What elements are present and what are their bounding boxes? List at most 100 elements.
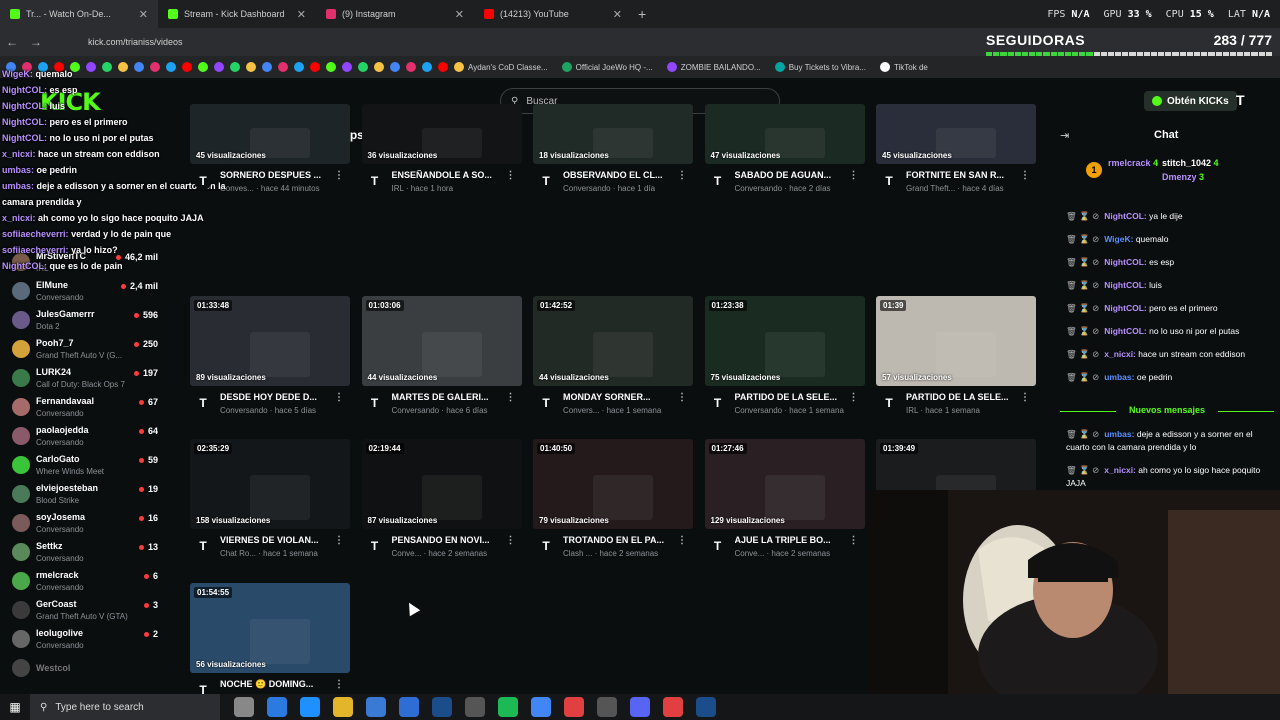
channel-avatar[interactable]: T (194, 537, 212, 555)
sidebar-channel[interactable]: JulesGamerrr Dota 2 596 (8, 307, 168, 335)
bookmark-icon[interactable] (310, 62, 320, 72)
bookmark-icon[interactable] (358, 62, 368, 72)
video-thumbnail[interactable]: 01:40:50 79 visualizaciones (533, 439, 693, 529)
video-card[interactable]: 18 visualizaciones T OBSERVANDO EL CL... Co… (533, 104, 693, 200)
sidebar-channel[interactable]: paolaojedda Conversando 64 (8, 423, 168, 451)
video-title[interactable]: AJUE LA TRIPLE BO... (735, 535, 847, 545)
bookmark-icon[interactable] (390, 62, 400, 72)
more-options-icon[interactable]: ⋮ (334, 392, 344, 403)
sidebar-channel[interactable]: Fernandavaal Conversando 67 (8, 394, 168, 422)
chat-username[interactable]: umbas: (1104, 372, 1134, 382)
close-tab-icon[interactable]: ✕ (455, 8, 464, 21)
sidebar-channel[interactable]: leolugolive Conversando 2 (8, 626, 168, 654)
video-thumbnail[interactable]: 01:27:46 129 visualizaciones (704, 439, 865, 529)
video-card[interactable]: 01:23:38 75 visualizaciones T PARTIDO DE LA… (704, 295, 865, 426)
more-options-icon[interactable]: ⋮ (334, 679, 344, 690)
video-thumbnail[interactable]: 02:35:29 158 visualizaciones (190, 439, 350, 529)
channel-avatar[interactable]: T (708, 537, 727, 555)
moderation-icons[interactable]: 🗑 ⌛ ⊘ (1066, 465, 1099, 475)
video-title[interactable]: DESDE HOY DEDE D... (220, 392, 332, 402)
channel-avatar[interactable]: T (537, 393, 555, 412)
more-options-icon[interactable]: ⋮ (849, 392, 859, 403)
video-thumbnail[interactable]: 47 visualizaciones (704, 104, 865, 164)
video-title[interactable]: ENSEÑANDOLE A SO... (392, 170, 504, 180)
browser-tab[interactable]: (9) Instagram ✕ (316, 0, 474, 28)
moderation-icons[interactable]: 🗑 ⌛ ⊘ (1066, 234, 1099, 244)
video-title[interactable]: TROTANDO EN EL PA... (563, 535, 675, 545)
channel-avatar[interactable]: T (537, 172, 555, 190)
forward-arrow-icon[interactable]: → (24, 35, 48, 49)
taskbar-app-icon[interactable] (234, 697, 254, 717)
top-gifter[interactable]: Dmenzy 3 (1162, 172, 1204, 182)
channel-avatar[interactable]: T (365, 393, 384, 412)
video-thumbnail[interactable]: 45 visualizaciones (876, 104, 1036, 164)
video-title[interactable]: FORTNITE EN SAN R... (906, 170, 1018, 180)
video-thumbnail[interactable]: 18 visualizaciones (533, 104, 693, 164)
channel-avatar[interactable]: T (708, 393, 727, 412)
more-options-icon[interactable]: ⋮ (334, 535, 344, 546)
more-options-icon[interactable]: ⋮ (1020, 170, 1030, 181)
taskbar-app-icon[interactable] (498, 697, 518, 717)
video-title[interactable]: PENSANDO EN NOVI... (392, 535, 504, 545)
new-tab-icon[interactable]: + (638, 6, 646, 22)
video-card[interactable]: 01:03:06 44 visualizaciones T MARTES DE GAL… (361, 295, 522, 426)
more-options-icon[interactable]: ⋮ (334, 170, 344, 181)
back-arrow-icon[interactable]: ← (0, 35, 24, 49)
video-thumbnail[interactable]: 01:42:52 44 visualizaciones (533, 295, 693, 386)
more-options-icon[interactable]: ⋮ (506, 535, 516, 546)
video-thumbnail[interactable]: 36 visualizaciones (361, 104, 522, 164)
sidebar-channel[interactable]: Settkz Conversando 13 (8, 539, 168, 567)
channel-avatar[interactable]: T (880, 393, 898, 412)
taskbar-app-icon[interactable] (663, 697, 683, 717)
moderation-icons[interactable]: 🗑 ⌛ ⊘ (1066, 372, 1099, 382)
top-gifter[interactable]: stitch_1042 4 (1162, 158, 1219, 168)
taskbar-app-icon[interactable] (597, 697, 617, 717)
moderation-icons[interactable]: 🗑 ⌛ ⊘ (1066, 429, 1099, 439)
more-options-icon[interactable]: ⋮ (849, 170, 859, 181)
taskbar-app-icon[interactable] (366, 697, 386, 717)
chat-username[interactable]: umbas: (1104, 429, 1134, 439)
more-options-icon[interactable]: ⋮ (506, 392, 516, 403)
video-thumbnail[interactable]: 02:19:44 87 visualizaciones (361, 439, 522, 529)
video-title[interactable]: MONDAY SORNER... (563, 392, 675, 402)
bookmark-icon[interactable] (438, 62, 448, 72)
taskbar-app-icon[interactable] (333, 697, 353, 717)
moderation-icons[interactable]: 🗑 ⌛ ⊘ (1066, 326, 1099, 336)
get-kicks-button[interactable]: Obtén KICKs (1144, 91, 1237, 111)
more-options-icon[interactable]: ⋮ (677, 392, 687, 403)
video-card[interactable]: 01:54:55 56 visualizaciones T NOCHE 🙂 DOMIN… (190, 582, 350, 713)
url-field[interactable]: kick.com/trianiss/videos (88, 37, 183, 47)
taskbar-app-icon[interactable] (564, 697, 584, 717)
video-card[interactable]: 01:39 57 visualizaciones T PARTIDO DE LA SE… (876, 295, 1036, 426)
video-thumbnail[interactable]: 01:03:06 44 visualizaciones (361, 295, 522, 386)
moderation-icons[interactable]: 🗑 ⌛ ⊘ (1066, 257, 1099, 267)
chat-username[interactable]: x_nicxi: (1104, 349, 1136, 359)
sidebar-channel[interactable]: LURK24 Call of Duty: Black Ops 7 197 (8, 365, 168, 393)
bookmark-icon[interactable] (246, 62, 256, 72)
bookmark-icon[interactable] (278, 62, 288, 72)
sidebar-channel[interactable]: elviejoesteban Blood Strike 19 (8, 481, 168, 509)
sidebar-channel[interactable]: ElMune Conversando 2,4 mil (8, 278, 168, 306)
close-tab-icon[interactable]: ✕ (139, 8, 148, 21)
video-title[interactable]: OBSERVANDO EL CL... (563, 170, 675, 180)
channel-avatar[interactable]: T (194, 393, 212, 412)
bookmark-icon[interactable] (326, 62, 336, 72)
bookmark-icon[interactable] (406, 62, 416, 72)
sidebar-channel[interactable]: Westcol (8, 655, 168, 683)
more-options-icon[interactable]: ⋮ (849, 535, 859, 546)
bookmark-icon[interactable] (262, 62, 272, 72)
channel-avatar[interactable]: T (537, 537, 555, 555)
taskbar-app-icon[interactable] (696, 697, 716, 717)
video-card[interactable]: 02:19:44 87 visualizaciones T PENSANDO EN N… (361, 439, 522, 569)
channel-avatar[interactable]: T (708, 172, 727, 190)
close-tab-icon[interactable]: ✕ (297, 8, 306, 21)
sidebar-channel[interactable]: GerCoast Grand Theft Auto V (GTA) 3 (8, 597, 168, 625)
video-card[interactable]: 45 visualizaciones T FORTNITE EN SAN R... G… (876, 104, 1036, 200)
windows-start-icon[interactable]: ▦ (0, 700, 30, 714)
more-options-icon[interactable]: ⋮ (677, 170, 687, 181)
chat-username[interactable]: NightCOL: (1104, 257, 1147, 267)
sidebar-channel[interactable]: Pooh7_7 Grand Theft Auto V (G... 250 (8, 336, 168, 364)
video-title[interactable]: NOCHE 🙂 DOMING... (220, 679, 332, 690)
channel-avatar[interactable]: T (365, 537, 384, 555)
bookmark-icon[interactable] (374, 62, 384, 72)
